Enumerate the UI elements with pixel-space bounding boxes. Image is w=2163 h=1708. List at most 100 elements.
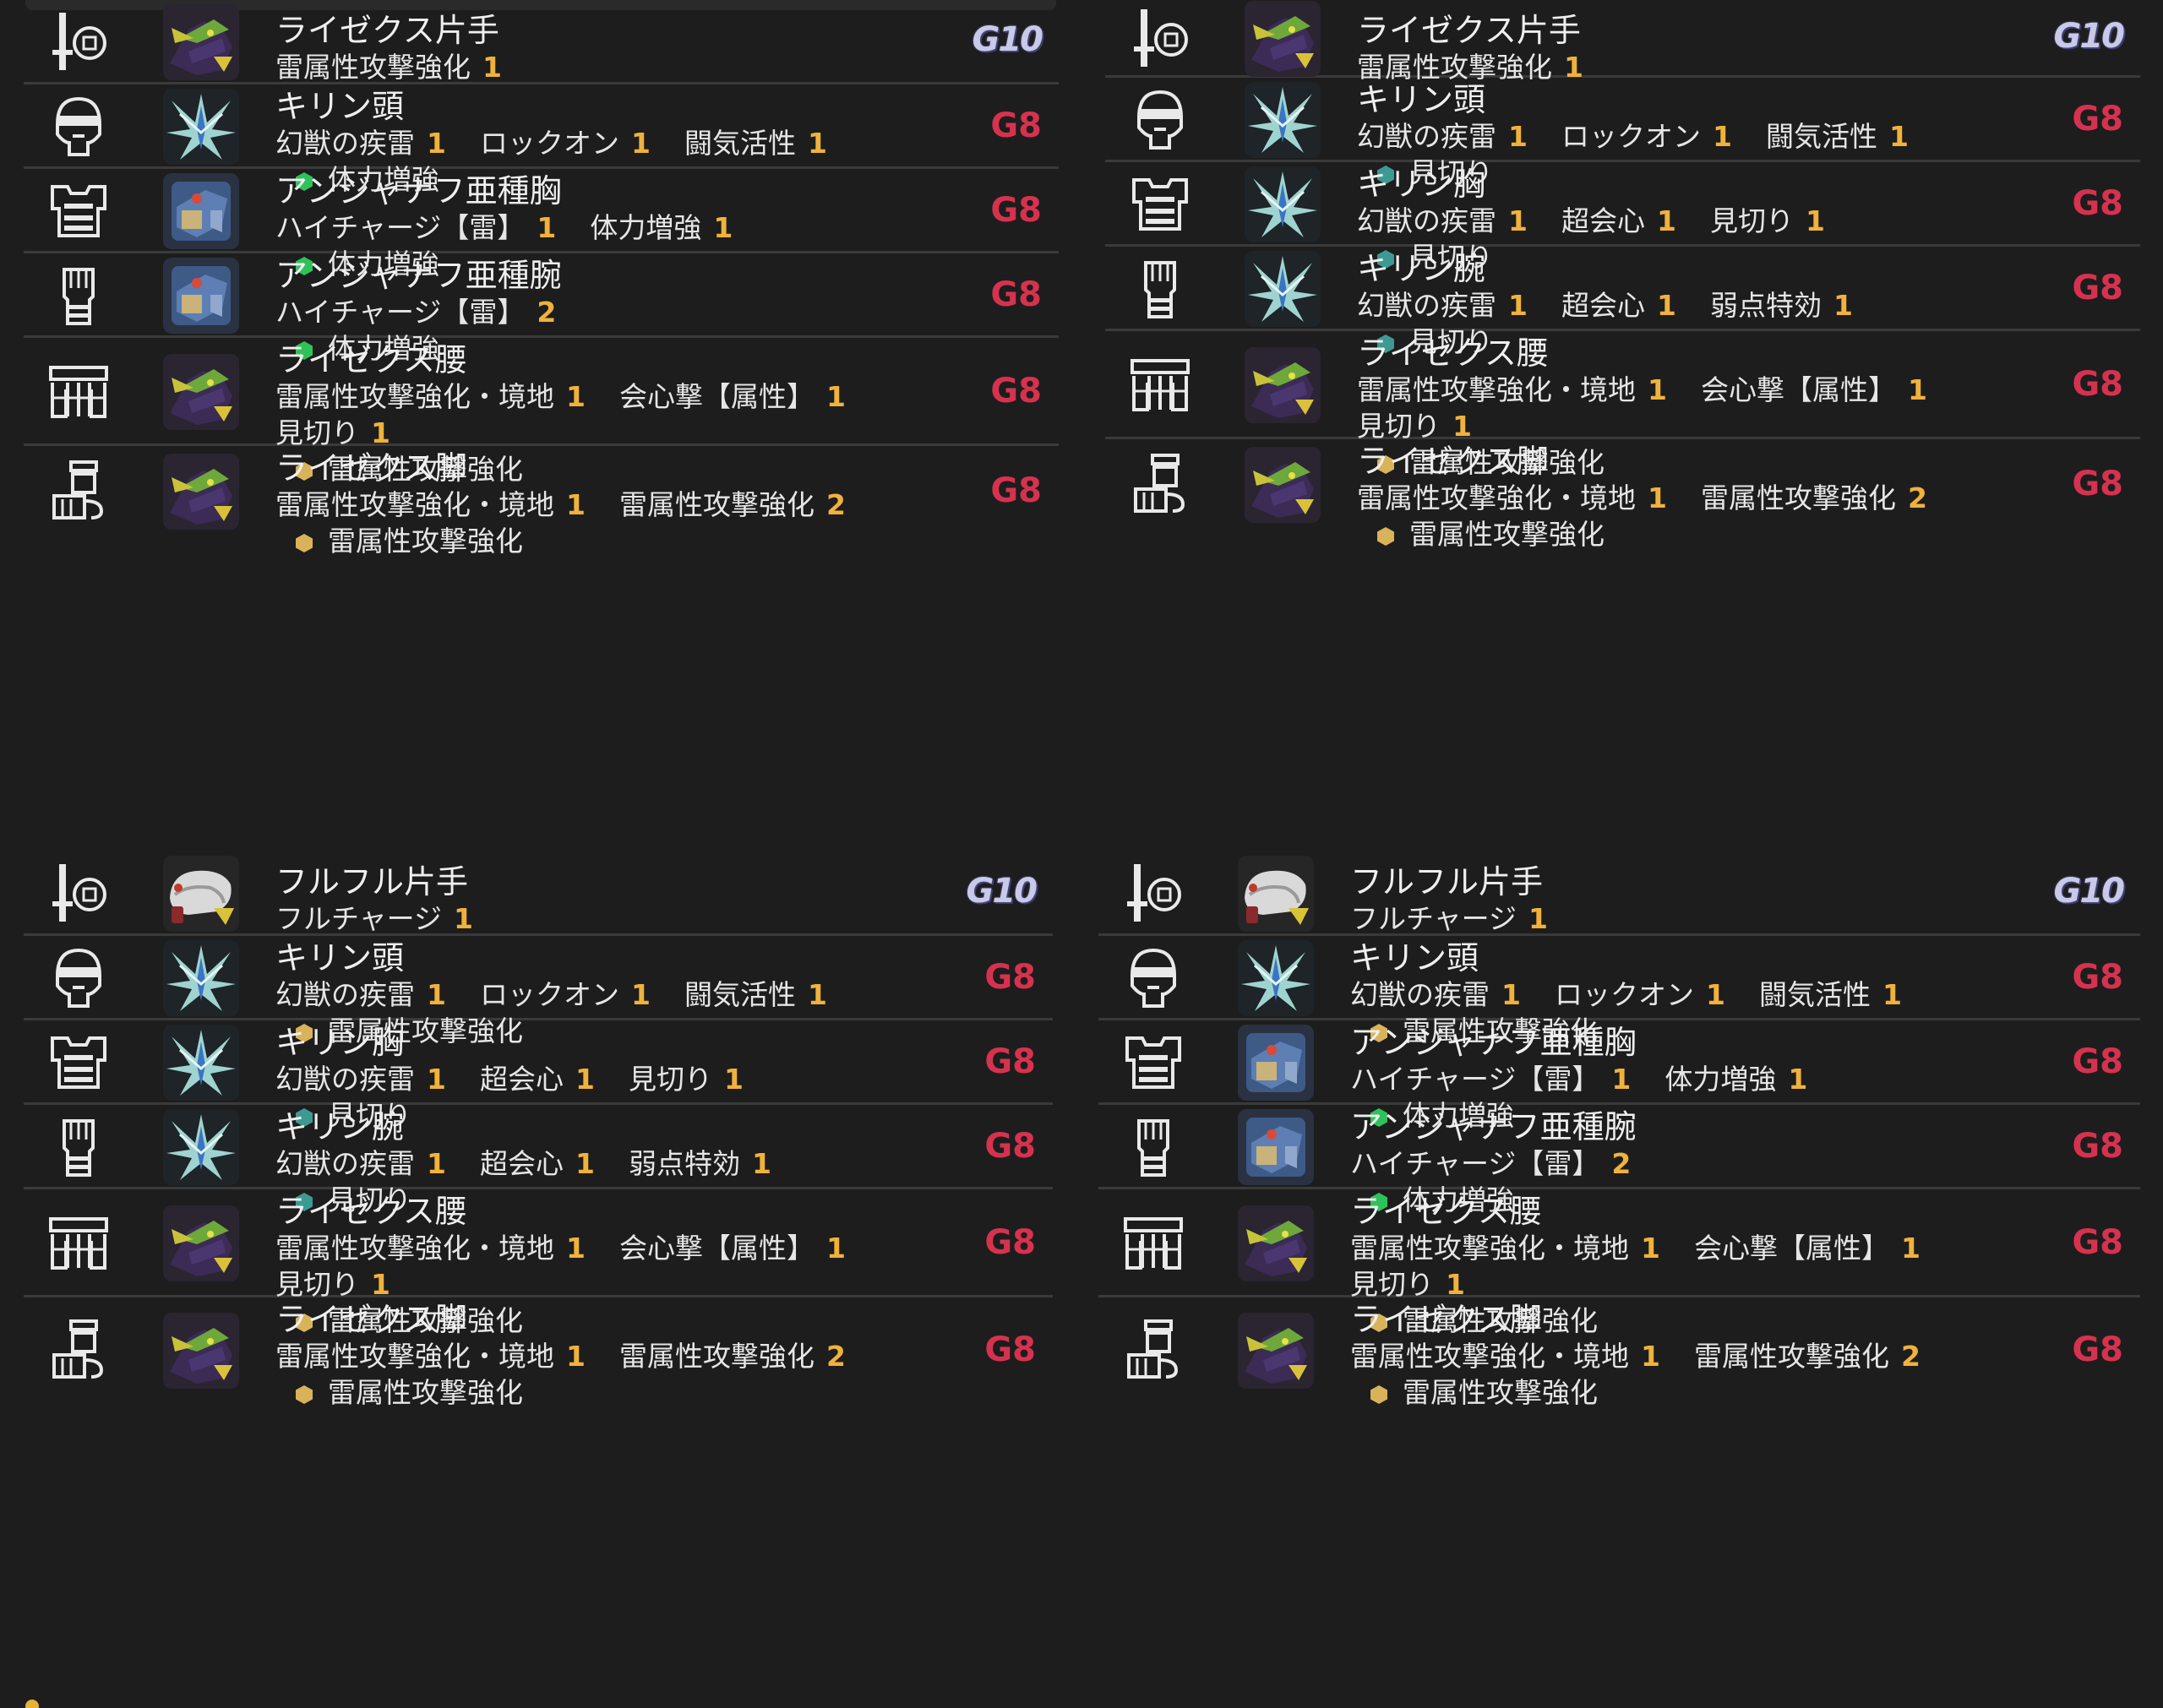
skill-level: 1 xyxy=(1656,204,1676,237)
helmet-icon xyxy=(1117,942,1190,1014)
skill-label: 闘気活性 xyxy=(1765,120,1877,153)
equipment-info: ライゼクス脚 雷属性攻撃強化・境地 1 雷属性攻撃強化 2 雷属性攻撃強化 xyxy=(275,449,957,559)
skill-line: 雷属性攻撃強化・境地 1 雷属性攻撃強化 2 xyxy=(1350,1338,2039,1374)
equipment-row-head[interactable]: キリン頭 幻獣の疾雷 1 ロックオン 1 闘気活性 1 見切り G8 xyxy=(1105,78,2140,189)
skill-level: 1 xyxy=(1900,1232,1921,1265)
equipment-name: アンジャナフ亜種胸 xyxy=(1350,1024,1637,1061)
equipment-row-legs[interactable]: ライゼクス脚 雷属性攻撃強化・境地 1 雷属性攻撃強化 2 雷属性攻撃強化 G8 xyxy=(1098,1297,2140,1409)
equipment-info: ライゼクス脚 雷属性攻撃強化・境地 1 雷属性攻撃強化 2 雷属性攻撃強化 xyxy=(1350,1301,2039,1411)
equipment-name: キリン頭 xyxy=(275,88,405,125)
equipment-row-arms[interactable]: キリン腕 幻獣の疾雷 1 超会心 1 弱点特効 1 見切り G8 xyxy=(1105,247,2140,358)
equipment-name: ライゼクス脚 xyxy=(1357,443,1549,480)
skill-level: 1 xyxy=(1805,204,1825,237)
decoration-name: 雷属性攻撃強化 xyxy=(1409,518,1605,551)
skill-line: 幻獣の疾雷 1 ロックオン 1 闘気活性 1 xyxy=(275,976,951,1013)
raizex-monster-icon xyxy=(1245,447,1321,523)
equipment-name: フルフル片手 xyxy=(1350,863,1544,900)
equipment-row-head[interactable]: キリン頭 幻獣の疾雷 1 ロックオン 1 闘気活性 1 体力増強 G8 xyxy=(24,84,1059,196)
skill-label: 幻獣の疾雷 xyxy=(275,978,415,1011)
equipment-row-legs[interactable]: ライゼクス脚 雷属性攻撃強化・境地 1 雷属性攻撃強化 2 雷属性攻撃強化 G8 xyxy=(1105,439,2140,551)
rarity-badge: G8 xyxy=(2072,1042,2123,1081)
equipment-name: アンジャナフ亜種胸 xyxy=(275,172,562,209)
skill-label: ロックオン xyxy=(1554,978,1694,1011)
equipment-row-chest[interactable]: アンジャナフ亜種胸 ハイチャージ【雷】 1 体力増強 1 体力増強 G8 xyxy=(1098,1020,2140,1132)
skill-name: ロックオン 1 xyxy=(480,127,651,160)
skill-label: 見切り xyxy=(1357,410,1441,443)
skill-label: 超会心 xyxy=(479,1147,564,1180)
equipment-row-waist[interactable]: ライゼクス腰 雷属性攻撃強化・境地 1 会心撃【属性】 1 見切り 1 雷属性攻撃強化 G8 xyxy=(1105,331,2140,479)
skill-label: 雷属性攻撃強化・境地 xyxy=(275,380,554,413)
equipment-row-legs[interactable]: ライゼクス脚 雷属性攻撃強化・境地 1 雷属性攻撃強化 2 雷属性攻撃強化 G8 xyxy=(24,1297,1053,1409)
skill-level: 1 xyxy=(575,1147,595,1180)
skill-line: 幻獣の疾雷 1 超会心 1 見切り 1 xyxy=(1357,203,2039,239)
skill-name: 闘気活性 1 xyxy=(684,978,827,1011)
skill-name: 雷属性攻撃強化・境地 1 xyxy=(275,1232,586,1265)
raizex-monster-icon xyxy=(163,4,239,80)
helmet-icon xyxy=(42,90,115,163)
next-item-peek xyxy=(25,1700,532,1708)
skill-level: 1 xyxy=(751,1147,771,1180)
equipment-row-weapon[interactable]: フルフル片手 フルチャージ 1 G10 xyxy=(24,851,1053,936)
skill-level: 1 xyxy=(1833,289,1853,322)
skill-label: 見切り xyxy=(275,1268,359,1301)
equipment-row-waist[interactable]: ライゼクス腰 雷属性攻撃強化・境地 1 会心撃【属性】 1 見切り 1 雷属性攻撃強化 G8 xyxy=(24,338,1059,486)
equipment-row-arms[interactable]: アンジャナフ亜種腕 ハイチャージ【雷】 2 体力増強 G8 xyxy=(24,253,1059,365)
skill-level: 1 xyxy=(537,211,557,244)
skill-label: 雷属性攻撃強化・境地 xyxy=(1350,1340,1629,1373)
equipment-name: ライゼクス脚 xyxy=(275,1301,467,1338)
equipment-name: キリン胸 xyxy=(1357,166,1486,203)
equipment-row-head[interactable]: キリン頭 幻獣の疾雷 1 ロックオン 1 闘気活性 1 雷属性攻撃強化 G8 xyxy=(24,936,1053,1047)
greaves-icon xyxy=(1117,1314,1190,1387)
equipment-row-weapon[interactable]: ライゼクス片手 雷属性攻撃強化 1 G10 xyxy=(1105,0,2140,84)
skill-level: 1 xyxy=(713,211,733,244)
skill-name: ハイチャージ【雷】 2 xyxy=(275,296,556,329)
waist-armor-icon xyxy=(42,356,115,428)
rarity-badge: G10 xyxy=(2053,872,2125,911)
skill-name: 体力増強 1 xyxy=(1664,1063,1807,1096)
skill-name: 幻獣の疾雷 1 xyxy=(1357,120,1528,153)
equipment-row-arms[interactable]: アンジャナフ亜種腕 ハイチャージ【雷】 2 体力増強 G8 xyxy=(1098,1105,2140,1216)
skill-line: ハイチャージ【雷】 1 体力増強 1 xyxy=(1350,1061,2039,1097)
decoration-name: 雷属性攻撃強化 xyxy=(1403,1376,1598,1409)
equipment-name: キリン腕 xyxy=(275,1108,405,1145)
skill-level: 1 xyxy=(1501,978,1521,1011)
equipment-row-weapon[interactable]: フルフル片手 フルチャージ 1 G10 xyxy=(1098,851,2140,936)
skill-level: 1 xyxy=(1705,978,1725,1011)
skill-name: 幻獣の疾雷 1 xyxy=(1357,289,1528,322)
skill-level: 1 xyxy=(1452,410,1472,443)
equipment-name: フルフル片手 xyxy=(275,863,469,900)
skill-level: 1 xyxy=(825,380,846,413)
equipment-name: ライゼクス脚 xyxy=(275,449,467,487)
skill-level: 1 xyxy=(1656,289,1676,322)
skill-line: ハイチャージ【雷】 2 xyxy=(1350,1145,2039,1182)
skill-name: 超会心 1 xyxy=(480,1147,595,1180)
rarity-badge: G8 xyxy=(990,471,1042,510)
skill-label: 雷属性攻撃強化・境地 xyxy=(275,1340,554,1373)
skill-level: 1 xyxy=(630,127,651,160)
skill-line: 幻獣の疾雷 1 ロックオン 1 闘気活性 1 xyxy=(275,125,957,161)
skill-level: 2 xyxy=(825,488,846,521)
raizex-monster-icon xyxy=(163,1313,239,1389)
decoration-slot: 雷属性攻撃強化 xyxy=(275,523,957,559)
equipment-row-legs[interactable]: ライゼクス脚 雷属性攻撃強化・境地 1 雷属性攻撃強化 2 雷属性攻撃強化 G8 xyxy=(24,446,1059,558)
rarity-badge: G8 xyxy=(990,191,1042,230)
skill-name: 会心撃【属性】 1 xyxy=(1694,1232,1921,1265)
equipment-row-chest[interactable]: キリン胸 幻獣の疾雷 1 超会心 1 見切り 1 見切り G8 xyxy=(24,1020,1053,1132)
equipment-row-weapon[interactable]: ライゼクス片手 雷属性攻撃強化 1 G10 xyxy=(24,0,1059,84)
equipment-row-waist[interactable]: ライゼクス腰 雷属性攻撃強化・境地 1 会心撃【属性】 1 見切り 1 雷属性攻撃強化 G8 xyxy=(24,1189,1053,1337)
skill-label: 幻獣の疾雷 xyxy=(275,1063,415,1096)
equipment-row-head[interactable]: キリン頭 幻獣の疾雷 1 ロックオン 1 闘気活性 1 雷属性攻撃強化 G8 xyxy=(1098,936,2140,1047)
kirin-monster-icon xyxy=(1245,251,1321,327)
skill-level: 1 xyxy=(371,1268,390,1301)
chest-armor-icon xyxy=(1117,1026,1190,1099)
equipment-row-chest[interactable]: アンジャナフ亜種胸 ハイチャージ【雷】 1 体力増強 1 体力増強 G8 xyxy=(24,169,1059,280)
skill-label: ロックオン xyxy=(1561,120,1701,153)
skill-label: 体力増強 xyxy=(1664,1063,1777,1096)
decoration-hex-icon xyxy=(1370,1385,1387,1404)
skill-level: 1 xyxy=(1508,120,1528,153)
skill-label: 雷属性攻撃強化 xyxy=(1693,1340,1889,1373)
decoration-slot: 雷属性攻撃強化 xyxy=(1357,516,2039,552)
equipment-row-chest[interactable]: キリン胸 幻獣の疾雷 1 超会心 1 見切り 1 見切り G8 xyxy=(1105,162,2140,274)
equipment-row-waist[interactable]: ライゼクス腰 雷属性攻撃強化・境地 1 会心撃【属性】 1 見切り 1 雷属性攻撃強化 G8 xyxy=(1098,1189,2140,1337)
equipment-row-arms[interactable]: キリン腕 幻獣の疾雷 1 超会心 1 弱点特効 1 見切り G8 xyxy=(24,1105,1053,1216)
